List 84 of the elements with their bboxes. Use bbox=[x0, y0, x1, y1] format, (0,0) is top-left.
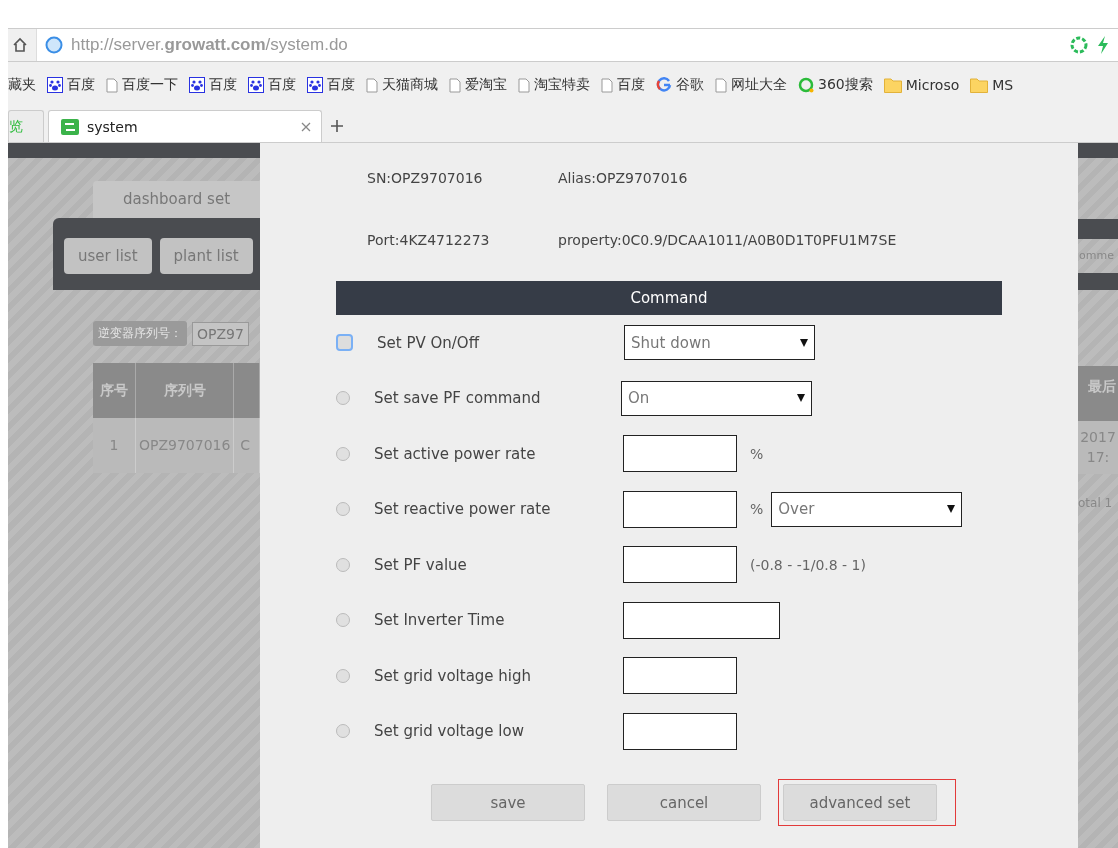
bookmark-link[interactable]: 百度 bbox=[209, 76, 237, 94]
globe-icon bbox=[45, 36, 63, 54]
bookmark-link[interactable]: 藏夹 bbox=[8, 76, 36, 94]
command-label: Set grid voltage high bbox=[374, 666, 533, 685]
command-header: Command bbox=[336, 281, 1002, 315]
info-text: Alias:OPZ9707016 bbox=[558, 170, 688, 186]
radio-button[interactable] bbox=[336, 668, 350, 683]
dialog-button[interactable]: save bbox=[431, 784, 585, 821]
serial-field: OPZ97 bbox=[192, 321, 249, 346]
input-field[interactable] bbox=[623, 435, 737, 473]
paw-icon bbox=[47, 77, 63, 93]
bookmark-link[interactable]: 百度 bbox=[327, 76, 355, 94]
bookmark-link[interactable]: 淘宝特卖 bbox=[534, 76, 590, 94]
unit-text: % bbox=[750, 501, 764, 518]
paw-icon bbox=[248, 77, 264, 93]
page-icon bbox=[518, 77, 530, 93]
lightning-icon[interactable] bbox=[1096, 36, 1110, 54]
command-label: Set reactive power rate bbox=[374, 500, 552, 519]
radio-button[interactable] bbox=[336, 502, 350, 517]
input-field[interactable] bbox=[623, 546, 737, 584]
info-text: SN:OPZ9707016 bbox=[367, 170, 484, 186]
bookmark-link[interactable]: 谷歌 bbox=[676, 76, 704, 94]
command-label: Set active power rate bbox=[374, 444, 537, 463]
browser-tab[interactable]: system bbox=[48, 110, 322, 142]
bookmark-link[interactable]: 天猫商城 bbox=[382, 76, 438, 94]
table-header bbox=[234, 363, 260, 418]
unit-text: (-0.8 - -1/0.8 - 1) bbox=[750, 556, 866, 573]
info-text: Port:4KZ4712273 bbox=[367, 232, 491, 248]
page-icon bbox=[366, 77, 378, 93]
bookmark-link[interactable]: 百度 bbox=[67, 76, 95, 94]
command-label: Set grid voltage low bbox=[374, 722, 525, 741]
paw-icon bbox=[189, 77, 205, 93]
radio-button[interactable] bbox=[336, 446, 350, 461]
caret-icon bbox=[797, 394, 805, 403]
new-tab-icon[interactable] bbox=[330, 119, 344, 133]
aperture-icon[interactable] bbox=[1070, 36, 1088, 54]
table-header: 序号 bbox=[93, 363, 137, 418]
page-icon bbox=[106, 77, 118, 93]
dialog-button[interactable]: cancel bbox=[607, 784, 761, 821]
paw-icon bbox=[307, 77, 323, 93]
bookmark-link[interactable]: 爱淘宝 bbox=[465, 76, 507, 94]
home-icon[interactable] bbox=[12, 37, 28, 53]
caret-icon bbox=[800, 338, 808, 347]
bookmark-link[interactable]: 百度 bbox=[617, 76, 645, 94]
bookmark-link[interactable]: 网址大全 bbox=[731, 76, 787, 94]
table-header: 最后 bbox=[1078, 366, 1118, 421]
command-label: Set PV On/Off bbox=[377, 333, 481, 352]
dropdown[interactable]: Over bbox=[771, 491, 963, 527]
bookmark-link[interactable]: 360搜索 bbox=[818, 76, 873, 94]
input-field[interactable] bbox=[623, 490, 737, 528]
close-icon[interactable] bbox=[301, 121, 311, 132]
input-field[interactable] bbox=[623, 657, 737, 695]
nav-bar bbox=[1078, 219, 1118, 239]
page-icon bbox=[449, 77, 461, 93]
radio-button[interactable] bbox=[336, 334, 353, 352]
command-label: Set Inverter Time bbox=[374, 611, 506, 630]
search-label: 逆变器序列号： bbox=[93, 321, 187, 346]
input-field[interactable] bbox=[623, 712, 737, 750]
folder-icon bbox=[883, 77, 902, 93]
radio-button[interactable] bbox=[336, 613, 350, 628]
unit-text: % bbox=[750, 445, 764, 462]
radio-button[interactable] bbox=[336, 557, 350, 572]
command-label: Set save PF command bbox=[374, 389, 542, 408]
folder-icon bbox=[970, 77, 989, 93]
page-icon bbox=[715, 77, 727, 93]
caret-icon bbox=[947, 505, 956, 514]
page-icon bbox=[601, 77, 613, 93]
dialog-button[interactable]: advanced set bbox=[783, 784, 937, 821]
nav-bar bbox=[1078, 273, 1118, 290]
info-text: property:0C0.9/DCAA1011/A0B0D1T0PFU1M7SE bbox=[558, 232, 897, 248]
radio-button[interactable] bbox=[336, 391, 350, 406]
dropdown[interactable]: On bbox=[621, 380, 812, 416]
input-field[interactable] bbox=[623, 601, 780, 639]
bookmark-link[interactable]: 百度一下 bbox=[122, 76, 178, 94]
g-logo-icon bbox=[656, 77, 672, 93]
command-label: Set PF value bbox=[374, 555, 468, 574]
ring-icon bbox=[798, 77, 814, 93]
bookmark-link[interactable]: Microso bbox=[905, 77, 960, 93]
site-logo-icon bbox=[61, 118, 79, 135]
bookmark-link[interactable]: 百度 bbox=[268, 76, 296, 94]
radio-button[interactable] bbox=[336, 724, 350, 739]
table-header: 序列号 bbox=[136, 363, 235, 418]
dropdown[interactable]: Shut down bbox=[624, 325, 815, 361]
bookmark-link[interactable]: MS bbox=[992, 77, 1014, 93]
